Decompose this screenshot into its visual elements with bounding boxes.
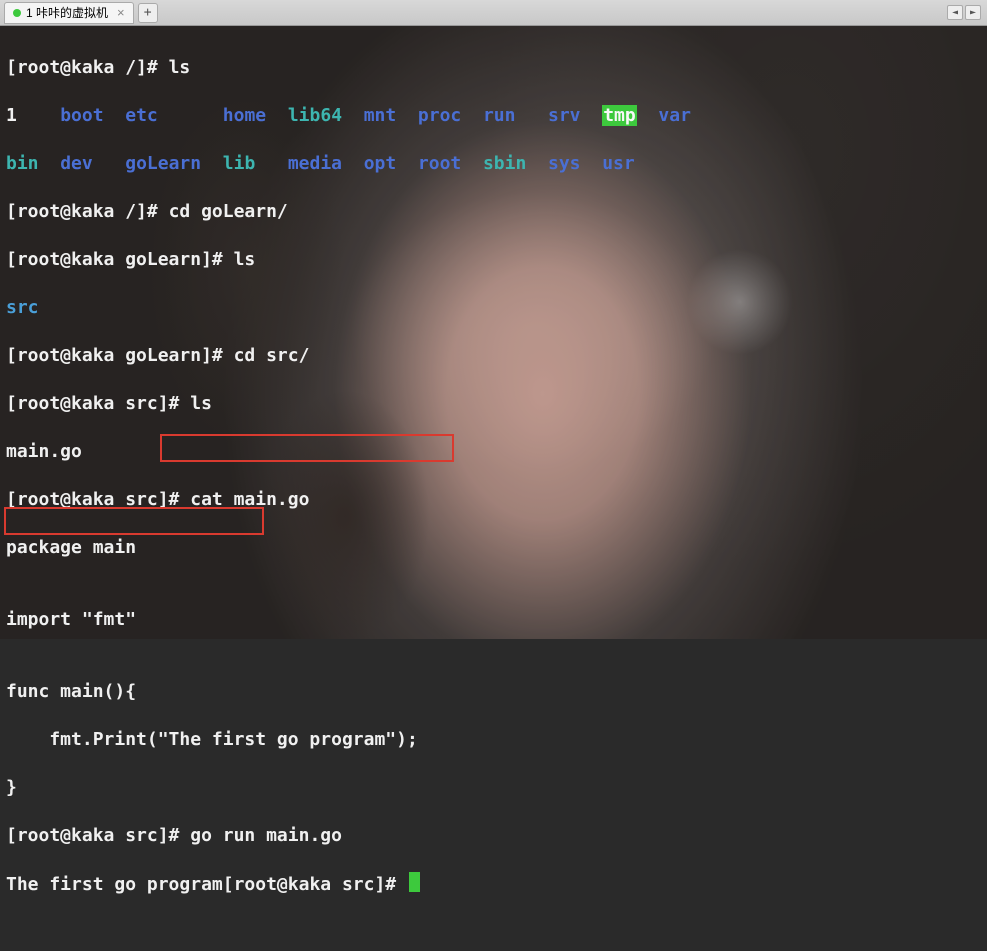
prompt: [root@kaka src]#: [6, 393, 190, 414]
scroll-right-button[interactable]: ►: [965, 5, 981, 20]
command-text: ls: [234, 249, 256, 270]
prompt: [root@kaka goLearn]#: [6, 249, 234, 270]
prompt: [root@kaka /]#: [6, 201, 169, 222]
command-text: cd src/: [234, 345, 310, 366]
new-tab-button[interactable]: +: [138, 3, 158, 23]
ls-item: 1: [6, 105, 17, 126]
ls-item: run: [483, 105, 516, 126]
ls-item: sys: [548, 153, 581, 174]
ls-item: etc: [125, 105, 158, 126]
tab-active[interactable]: 1 咔咔的虚拟机 ×: [4, 2, 134, 24]
source-line: fmt.Print("The first go program");: [6, 729, 418, 750]
ls-item: lib: [223, 153, 256, 174]
prompt: [root@kaka src]#: [6, 825, 190, 846]
terminal-output: [root@kaka /]# ls 1 boot etc home lib64 …: [0, 26, 987, 951]
command-text: ls: [190, 393, 212, 414]
ls-item: proc: [418, 105, 461, 126]
ls-item: src: [6, 297, 39, 318]
prompt: [root@kaka goLearn]#: [6, 345, 234, 366]
prompt: [root@kaka src]#: [223, 874, 407, 895]
command-text: go run main.go: [190, 825, 342, 846]
ls-item: goLearn: [125, 153, 201, 174]
source-line: import "fmt": [6, 609, 136, 630]
ls-item: dev: [60, 153, 93, 174]
command-text: cd goLearn/: [169, 201, 288, 222]
ls-item: sbin: [483, 153, 526, 174]
highlight-box-program-output: [4, 507, 264, 535]
tab-title: 1 咔咔的虚拟机: [26, 4, 108, 21]
ls-item: media: [288, 153, 342, 174]
ls-item: var: [658, 105, 691, 126]
plus-icon: +: [144, 5, 152, 20]
terminal-pane[interactable]: [root@kaka /]# ls 1 boot etc home lib64 …: [0, 26, 987, 639]
command-text: ls: [169, 57, 191, 78]
ls-item: srv: [548, 105, 581, 126]
status-dot-icon: [13, 9, 21, 17]
ls-item: root: [418, 153, 461, 174]
scroll-left-button[interactable]: ◄: [947, 5, 963, 20]
ls-item: lib64: [288, 105, 342, 126]
cursor-block-icon: [409, 872, 420, 892]
ls-item: mnt: [364, 105, 397, 126]
prompt: [root@kaka /]#: [6, 57, 169, 78]
close-icon[interactable]: ×: [117, 5, 125, 20]
ls-item: bin: [6, 153, 39, 174]
tab-scroll-controls: ◄ ►: [947, 5, 981, 20]
source-line: }: [6, 777, 17, 798]
ls-item: usr: [602, 153, 635, 174]
ls-item-highlighted: tmp: [602, 105, 637, 126]
ls-item: main.go: [6, 441, 82, 462]
tab-bar: 1 咔咔的虚拟机 × + ◄ ►: [0, 0, 987, 26]
ls-item: opt: [364, 153, 397, 174]
source-line: package main: [6, 537, 136, 558]
source-line: func main(){: [6, 681, 136, 702]
ls-item: home: [223, 105, 266, 126]
ls-item: boot: [60, 105, 103, 126]
program-output: The first go program: [6, 874, 223, 895]
highlight-box-string-literal: [160, 434, 454, 462]
